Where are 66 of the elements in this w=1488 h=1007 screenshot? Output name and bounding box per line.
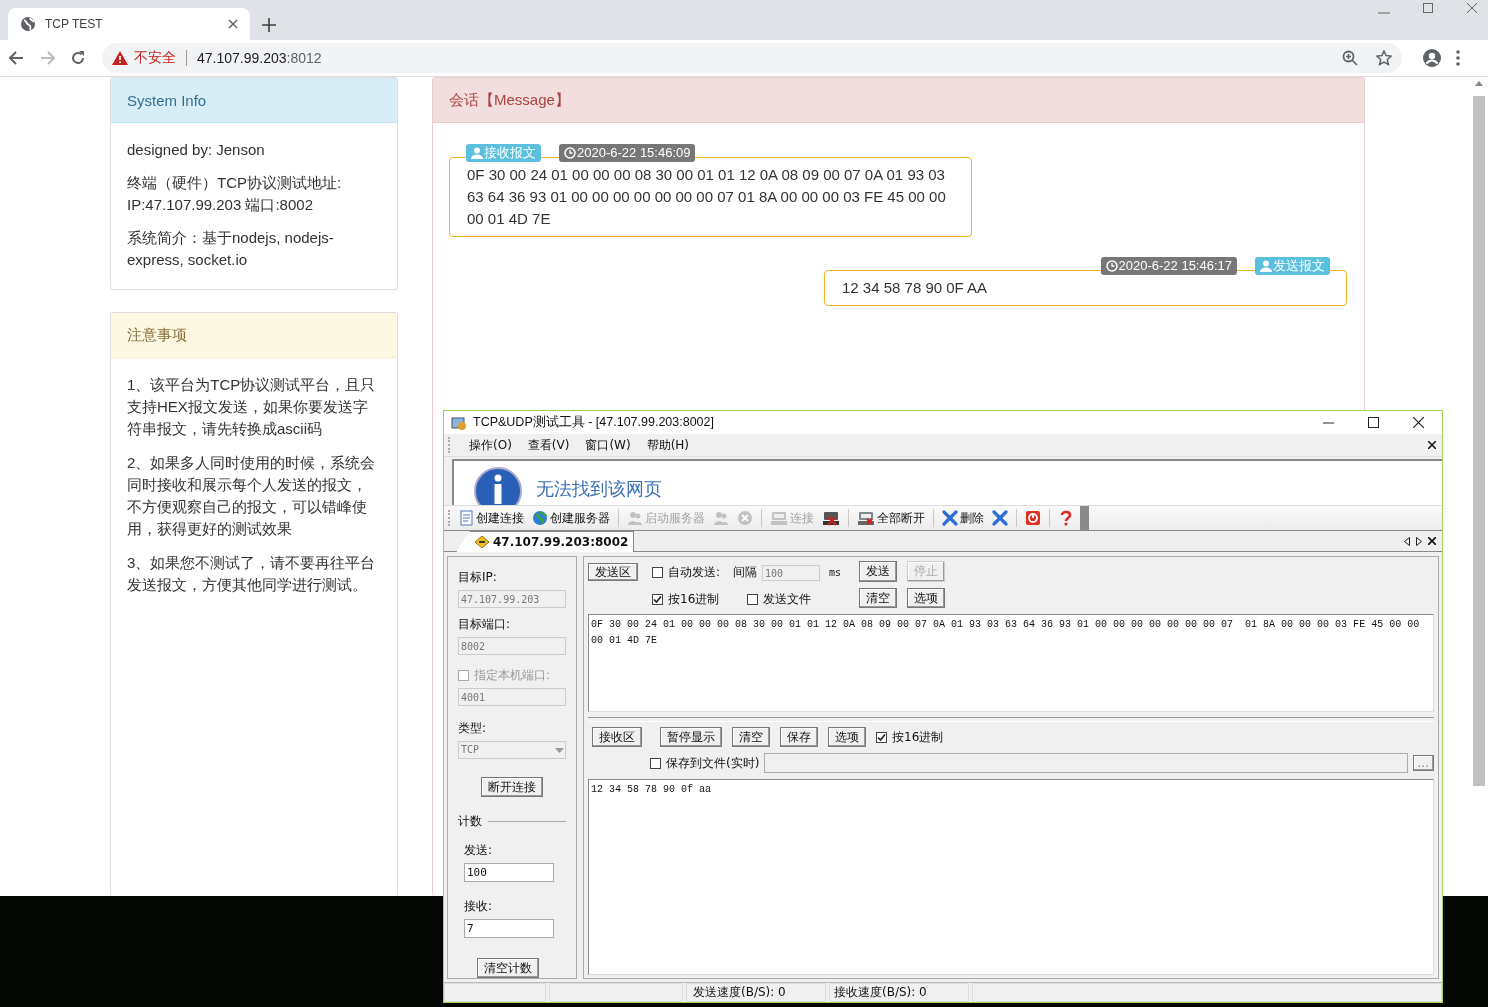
info-text: 系统简介：基于nodejs, nodejs-express, socket.io (127, 228, 335, 270)
browser-tab[interactable]: TCP TEST (8, 8, 250, 40)
message-text: 12 34 58 78 90 0F AA (842, 278, 989, 298)
clear-count-button[interactable]: 清空计数 (477, 958, 539, 978)
menu-item[interactable]: 窗口(W) (585, 434, 631, 456)
hex-line: 12 34 58 78 90 0f aa (591, 783, 713, 797)
card-header: 注意事项 (111, 313, 397, 358)
count-field[interactable]: 100 (464, 863, 554, 882)
field-label: 接收: (464, 898, 494, 915)
status-text: 发送速度(B/S): 0 (686, 983, 826, 1002)
checkbox-label: 按16进制 (892, 728, 944, 746)
hex-line: 00 01 4D 7E (591, 634, 658, 648)
hex-line: 0F 30 00 24 01 00 00 00 08 30 00 01 01 12 0A 08 09 00 07 0A 01 93 03 63 64 36 93 01 00 00 00 00 00 00 00 07 01 8A 00 00 00 03 FE 45 00 00 (591, 618, 1421, 632)
save-button[interactable]: 保存 (780, 727, 818, 747)
field-label: 目标IP: (458, 569, 498, 586)
toolbar-button[interactable]: 创建服务器 (530, 508, 612, 528)
field-label: 目标端口: (458, 616, 512, 633)
clear-button[interactable]: 清空 (732, 727, 770, 747)
count-field[interactable]: 7 (464, 919, 554, 938)
options-button[interactable]: 选项 (828, 727, 866, 747)
note-text: 2、如果多人同时使用的时候，系统会同时接收和展示每个人发送的报文，不方便观察自己的报文，可以错峰使用，获得更好的测试效果 (127, 453, 377, 539)
note-text: 1、该平台为TCP协议测试平台，且只支持HEX报文发送，如果你要发送字符串报文，请先转换成ascii码 (127, 375, 377, 439)
session-tab[interactable]: 47.107.99.203:8002 (456, 531, 635, 552)
address-bar[interactable]: 不安全 47.107.99.203:8012 (102, 43, 1402, 73)
interval-field[interactable]: 100 (762, 564, 821, 581)
menu-item[interactable]: 查看(V) (527, 434, 570, 456)
checkbox-label: 指定本机端口: (474, 667, 551, 684)
field-label: 间隔 (733, 564, 758, 581)
receive-text-area[interactable]: 12 34 58 78 90 0f aa (588, 779, 1434, 975)
tag-text: 发送报文 (1273, 257, 1325, 275)
toolbar-button[interactable]: 创建连接 (457, 508, 526, 528)
clear-button[interactable]: 清空 (859, 587, 898, 608)
disconnect-button[interactable]: 断开连接 (481, 777, 543, 797)
pause-button[interactable]: 暂停显示 (660, 727, 722, 747)
receive-area-button[interactable]: 接收区 (592, 727, 642, 747)
checkbox-label: 保存到文件(实时) (666, 754, 760, 772)
checkbox-label: 按16进制 (668, 591, 720, 608)
panel-header: 会话【Message】 (433, 78, 1364, 123)
send-area-button[interactable]: 发送区 (588, 563, 638, 581)
tag-text: 接收报文 (484, 144, 536, 162)
field-label: 类型: (458, 720, 488, 737)
menu-item[interactable]: 操作(O) (469, 434, 512, 456)
info-text: 终端（硬件）TCP协议测试地址: IP:47.107.99.203 端口:8002 (127, 173, 343, 215)
unit-label: ms (829, 567, 842, 578)
tag-text: 2020-6-22 15:46:09 (577, 144, 691, 162)
checkbox-label: 发送文件 (763, 591, 812, 608)
field-label: 发送: (464, 842, 494, 859)
tag-text: 2020-6-22 15:46:17 (1118, 257, 1232, 275)
status-text: 接收速度(B/S): 0 (829, 983, 969, 1002)
security-label: 不安全 (134, 49, 176, 67)
error-message: 无法找到该网页 (536, 477, 662, 501)
tab-title: TCP TEST (45, 17, 104, 31)
url-text: 47.107.99.203:8012 (197, 50, 322, 66)
group-label: 计数 (458, 813, 482, 830)
checkbox-label: 自动发送: (668, 564, 721, 581)
toolbar-button[interactable]: 删除 (940, 508, 986, 528)
menu-item[interactable]: 帮助(H) (646, 434, 689, 456)
note-text: 3、如果您不测试了，请不要再往平台发送报文，方便其他同学进行测试。 (127, 553, 377, 595)
send-button[interactable]: 发送 (859, 561, 898, 582)
info-text: designed by: Jenson (127, 140, 266, 160)
window-title: TCP&UDP测试工具 - [47.107.99.203:8002] (473, 414, 715, 432)
toolbar-button[interactable]: 全部断开 (855, 508, 927, 528)
message-text: 0F 30 00 24 01 00 00 00 08 30 00 01 01 12 0A 08 09 00 07 0A 01 93 03 63 64 36 93 01 00 00 00 00 00 00 00 07 01 8A 00 00 00 03 FE 45 00 00 00 01 4D 7E (467, 165, 947, 229)
options-button[interactable]: 选项 (907, 587, 946, 608)
card-header: System Info (111, 78, 397, 123)
send-text-area[interactable]: 0F 30 00 24 01 00 00 00 08 30 00 01 01 12 0A 08 09 00 07 0A 01 93 03 63 64 36 93 01 00 00 00 00 00 00 00 07 01 8A 00 00 00 03 FE 45 00 00 00 01 4D 7E (588, 614, 1434, 712)
